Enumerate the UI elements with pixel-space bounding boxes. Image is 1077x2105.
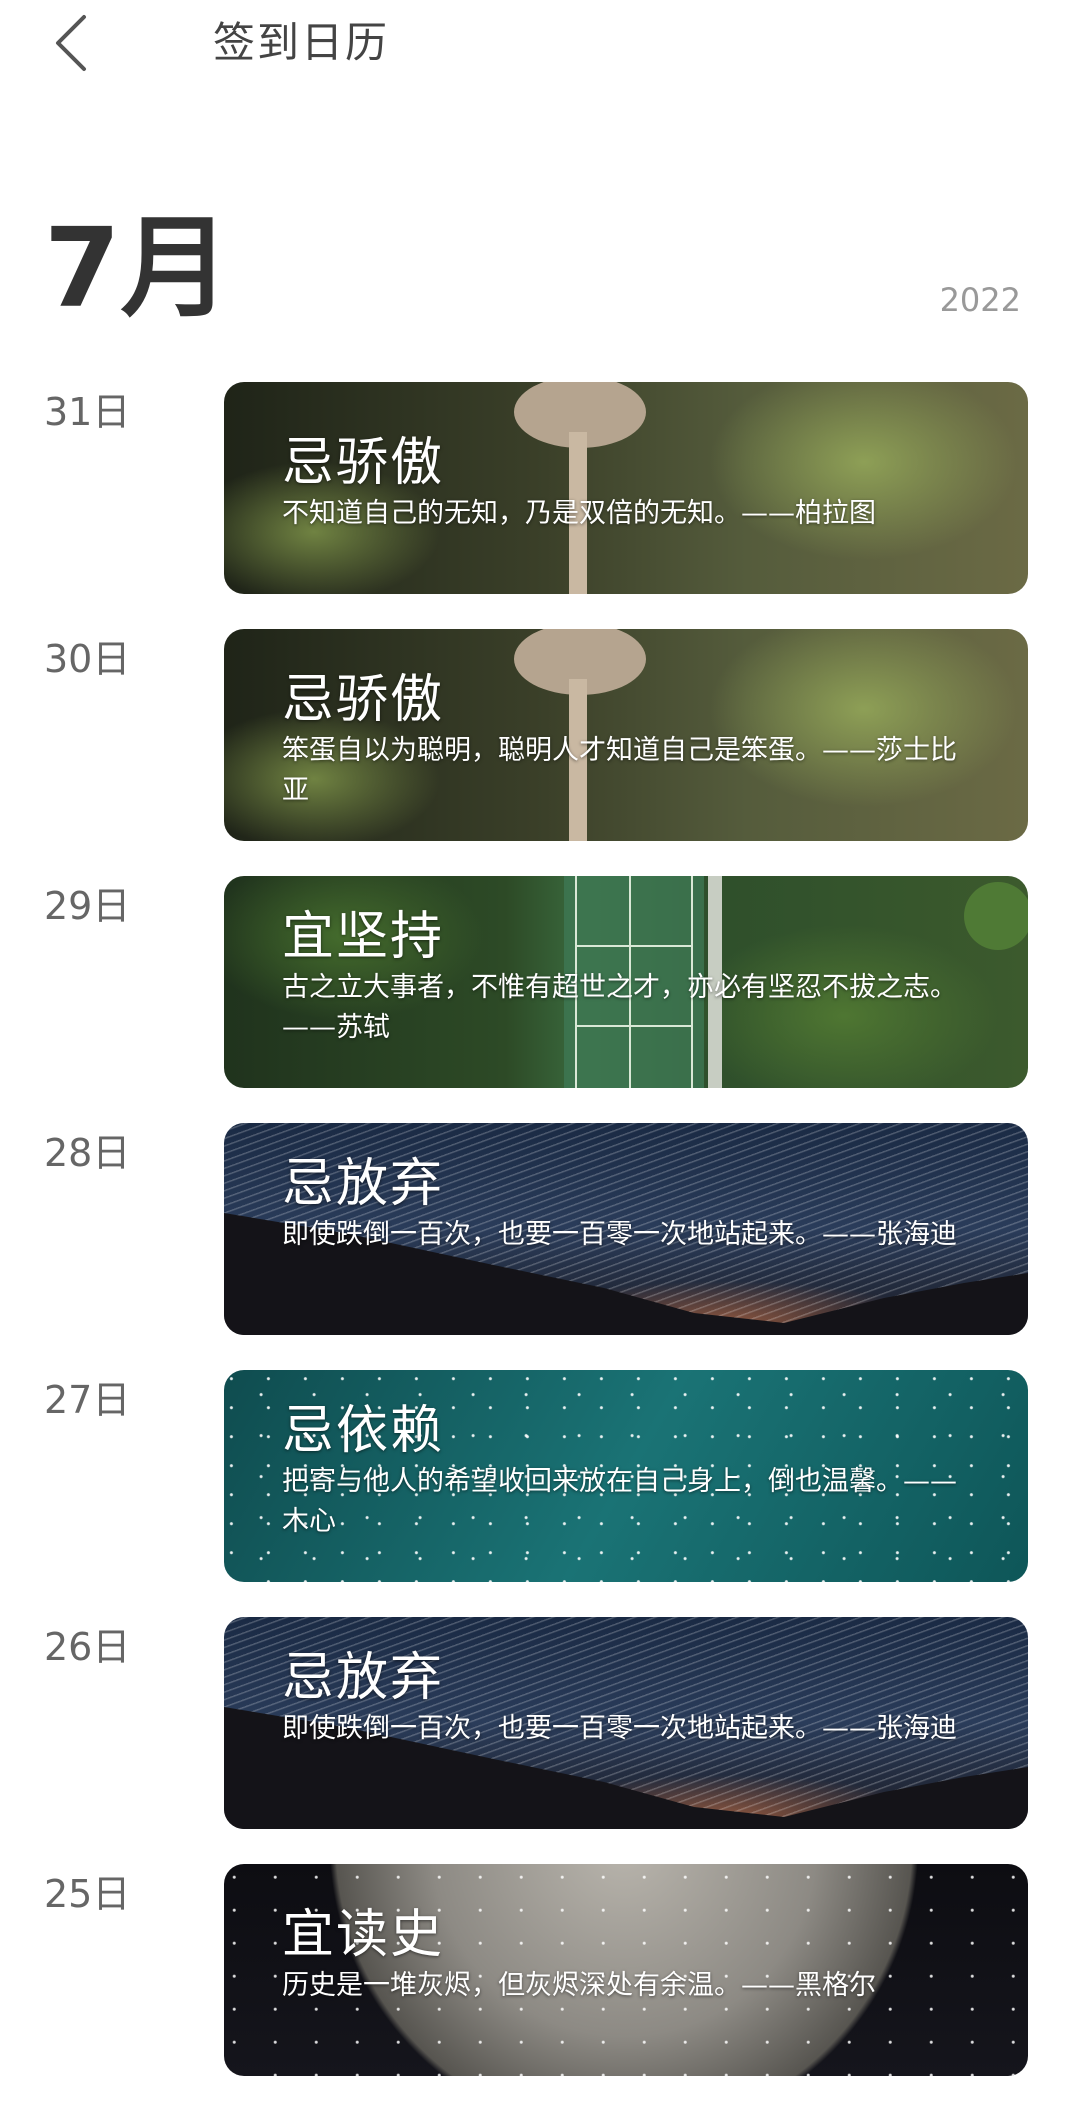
calendar-entry: 26日 忌放弃 即使跌倒一百次，也要一百零一次地站起来。——张海迪 — [0, 1617, 1077, 1829]
card-quote: 古之立大事者，不惟有超世之才，亦必有坚忍不拔之志。——苏轼 — [282, 972, 957, 1043]
card-title: 忌放弃 — [282, 1648, 445, 1708]
page-title: 签到日历 — [213, 18, 390, 67]
card-quote: 即使跌倒一百次，也要一百零一次地站起来。——张海迪 — [282, 1713, 957, 1744]
calendar-entry: 25日 宜读史 历史是一堆灰烬，但灰烬深处有余温。——黑格尔 — [0, 1864, 1077, 2076]
card-quote: 历史是一堆灰烬，但灰烬深处有余温。——黑格尔 — [282, 1970, 876, 2001]
signin-card[interactable]: 宜读史 历史是一堆灰烬，但灰烬深处有余温。——黑格尔 — [224, 1864, 1028, 2076]
signin-card[interactable]: 忌骄傲 不知道自己的无知，乃是双倍的无知。——柏拉图 — [224, 382, 1028, 594]
card-quote: 即使跌倒一百次，也要一百零一次地站起来。——张海迪 — [282, 1219, 957, 1250]
month-label: 7月 — [44, 204, 231, 332]
card-quote: 不知道自己的无知，乃是双倍的无知。——柏拉图 — [282, 498, 876, 529]
signin-card[interactable]: 忌放弃 即使跌倒一百次，也要一百零一次地站起来。——张海迪 — [224, 1123, 1028, 1335]
app-header: 签到日历 — [0, 0, 1077, 110]
calendar-entry: 27日 忌依赖 把寄与他人的希望收回来放在自己身上，倒也温馨。——木心 — [0, 1370, 1077, 1582]
day-label: 30日 — [44, 637, 131, 681]
card-title: 忌骄傲 — [282, 670, 445, 730]
card-title: 宜读史 — [282, 1905, 445, 1965]
signin-card[interactable]: 忌骄傲 笨蛋自以为聪明，聪明人才知道自己是笨蛋。——莎士比亚 — [224, 629, 1028, 841]
signin-card[interactable]: 宜坚持 古之立大事者，不惟有超世之才，亦必有坚忍不拔之志。——苏轼 — [224, 876, 1028, 1088]
card-quote: 笨蛋自以为聪明，聪明人才知道自己是笨蛋。——莎士比亚 — [282, 735, 957, 806]
chevron-left-icon — [56, 15, 86, 71]
day-label: 25日 — [44, 1872, 131, 1916]
card-quote: 把寄与他人的希望收回来放在自己身上，倒也温馨。——木心 — [282, 1466, 957, 1537]
day-label: 31日 — [44, 390, 131, 434]
day-label: 29日 — [44, 884, 131, 928]
card-title: 忌放弃 — [282, 1154, 445, 1214]
back-button[interactable] — [50, 8, 120, 78]
year-label: 2022 — [939, 281, 1021, 319]
card-title: 忌骄傲 — [282, 433, 445, 493]
card-title: 忌依赖 — [282, 1401, 445, 1461]
calendar-entry: 28日 忌放弃 即使跌倒一百次，也要一百零一次地站起来。——张海迪 — [0, 1123, 1077, 1335]
signin-card[interactable]: 忌依赖 把寄与他人的希望收回来放在自己身上，倒也温馨。——木心 — [224, 1370, 1028, 1582]
card-title: 宜坚持 — [282, 907, 445, 967]
day-label: 28日 — [44, 1131, 131, 1175]
calendar-entry: 30日 忌骄傲 笨蛋自以为聪明，聪明人才知道自己是笨蛋。——莎士比亚 — [0, 629, 1077, 841]
calendar-entry: 31日 忌骄傲 不知道自己的无知，乃是双倍的无知。——柏拉图 — [0, 382, 1077, 594]
day-label: 26日 — [44, 1625, 131, 1669]
calendar-entry: 29日 宜坚持 古之立大事者，不惟有超世之才，亦必有坚忍不拔之志。——苏轼 — [0, 876, 1077, 1088]
signin-card[interactable]: 忌放弃 即使跌倒一百次，也要一百零一次地站起来。——张海迪 — [224, 1617, 1028, 1829]
day-label: 27日 — [44, 1378, 131, 1422]
